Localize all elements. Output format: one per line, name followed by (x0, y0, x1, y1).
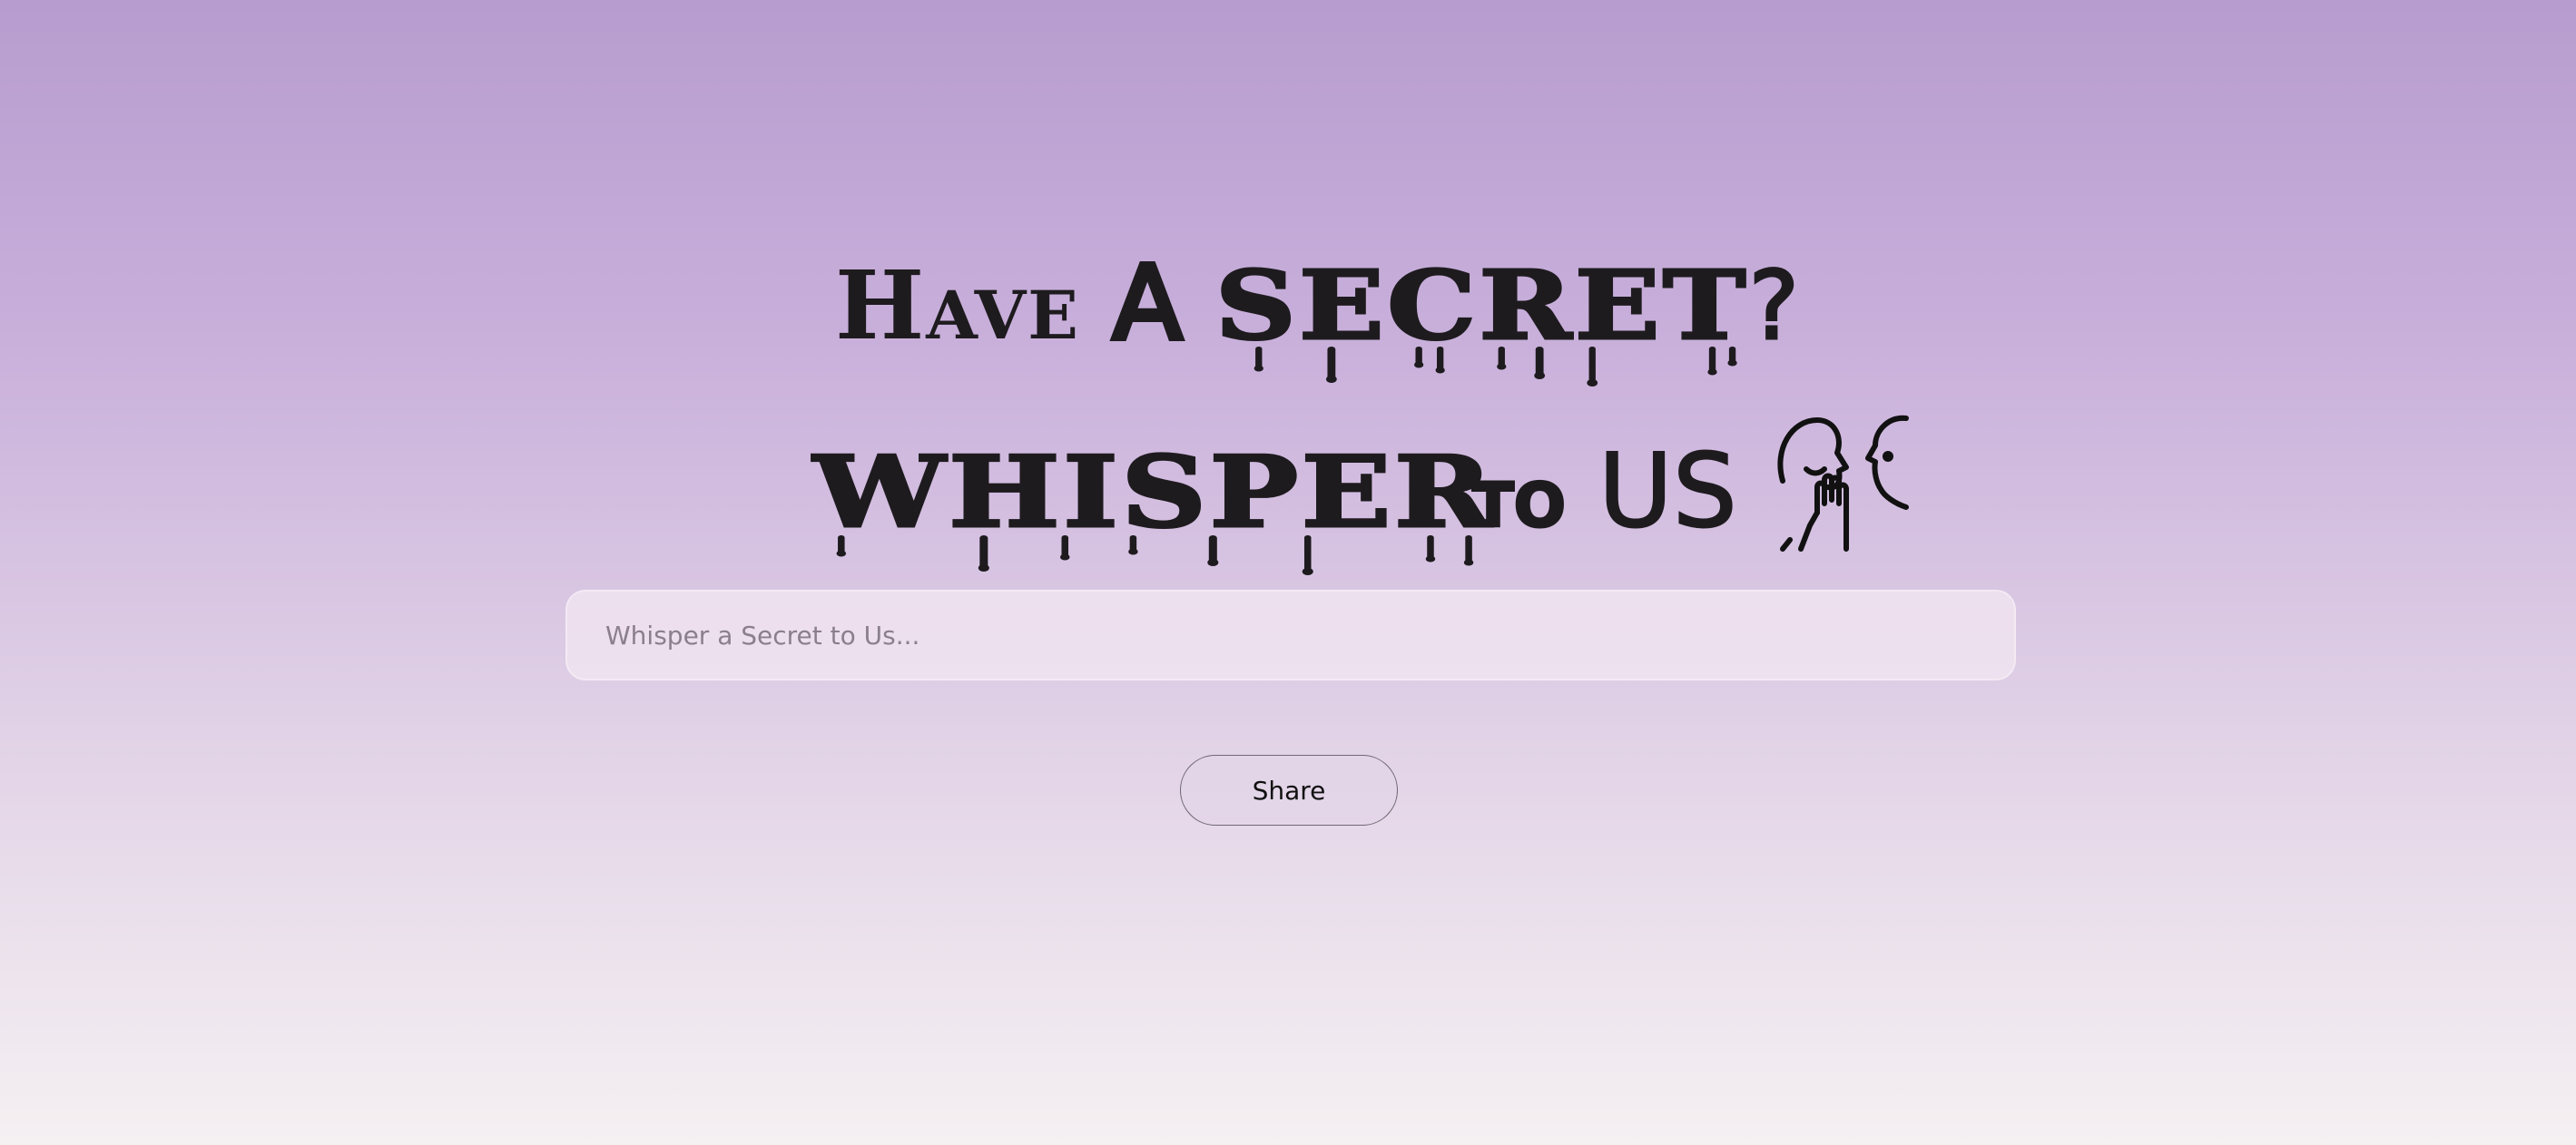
headline-line-2: whisper to US (811, 386, 1910, 575)
headline-question-mark: ? (1747, 250, 1800, 363)
headline-line-1: Have A secret ? (835, 242, 1832, 387)
headline-word-us: US (1598, 432, 1738, 552)
secret-input-container (565, 590, 2016, 680)
headline-word-whisper-text: whisper (811, 435, 1496, 552)
headline: Have A secret ? whisper (0, 227, 2576, 575)
secret-input[interactable] (567, 592, 2014, 679)
headline-word-whisper: whisper (811, 435, 1496, 575)
headline-word-secret-text: secret (1214, 249, 1749, 363)
headline-word-to: to (1471, 445, 1568, 549)
share-button[interactable]: Share (1180, 755, 1398, 826)
headline-word-have: Have (835, 250, 1080, 361)
page: { "headline": { "line1": { "have": "Have… (0, 0, 2576, 1145)
headline-word-secret: secret (1214, 249, 1749, 387)
headline-word-a: A (1110, 242, 1185, 366)
whisper-icon (1777, 415, 1909, 552)
